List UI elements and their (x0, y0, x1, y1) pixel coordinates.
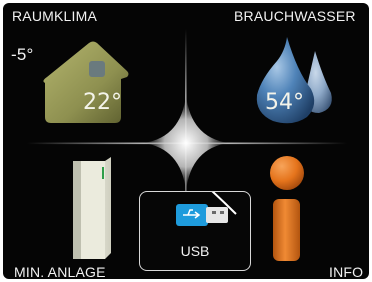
system-tile[interactable] (69, 155, 115, 263)
info-tile[interactable] (267, 153, 307, 263)
hot-water-temperature: 54° (265, 90, 304, 115)
hot-water-label: BRAUCHWASSER (234, 8, 356, 24)
info-icon (270, 156, 304, 261)
usb-label: USB (180, 243, 210, 259)
room-climate-tile[interactable]: 22° (37, 39, 131, 125)
info-label: INFO (329, 264, 364, 279)
outdoor-temperature: -5° (11, 45, 34, 64)
hot-water-tile[interactable]: 54° (243, 33, 339, 127)
indoor-temperature: 22° (83, 90, 122, 115)
room-climate-label: RAUMKLIMA (12, 8, 98, 24)
usb-stick-icon (176, 192, 237, 226)
system-info-label: MIN. ANLAGE (14, 264, 106, 279)
display-screen: RAUMKLIMA BRAUCHWASSER MIN. ANLAGE INFO … (3, 3, 369, 279)
heat-pump-icon (73, 157, 111, 259)
usb-tile[interactable]: USB (139, 191, 251, 271)
